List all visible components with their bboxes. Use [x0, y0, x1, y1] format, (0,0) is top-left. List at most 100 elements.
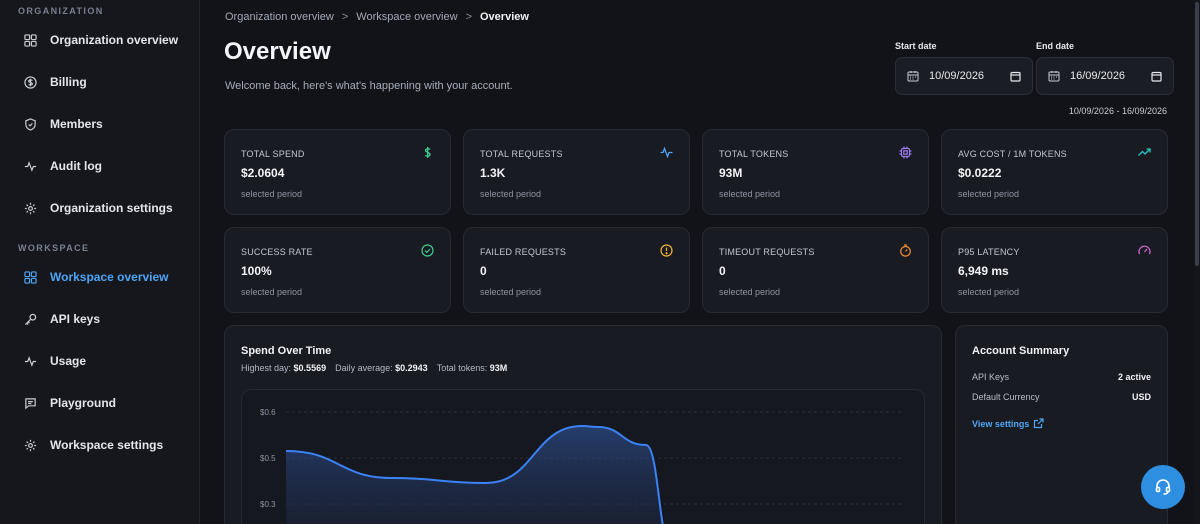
page-title: Overview — [224, 38, 331, 65]
end-date-value: 16/09/2026 — [1070, 70, 1126, 82]
key-icon — [23, 312, 37, 326]
breadcrumb: Organization overview > Workspace overvi… — [225, 10, 529, 24]
shield-icon — [23, 117, 37, 131]
spend-chart-svg: $0.6 $0.5 $0.3 — [260, 408, 904, 524]
calendar-icon — [907, 71, 919, 82]
sidebar-item-billing[interactable]: Billing — [10, 66, 190, 98]
card-label: TOTAL REQUESTS — [480, 149, 563, 159]
sidebar-item-audit-log[interactable]: Audit log — [10, 150, 190, 182]
breadcrumb-separator: > — [465, 11, 472, 23]
sidebar-item-playground[interactable]: Playground — [10, 387, 190, 419]
spend-stats: Highest day: $0.5569 Daily average: $0.2… — [241, 363, 507, 373]
dollar-icon — [424, 147, 431, 158]
gauge-icon — [1138, 245, 1151, 255]
summary-value: 2 active — [1117, 372, 1151, 382]
card-failed-requests: FAILED REQUESTS 0 selected period — [463, 227, 690, 313]
view-settings-link[interactable]: View settings — [972, 418, 1044, 429]
scrollbar-thumb[interactable] — [1195, 2, 1199, 266]
account-summary-panel: Account Summary API Keys 2 active Defaul… — [955, 325, 1168, 524]
org-section-label: ORGANIZATION — [18, 6, 104, 16]
card-sub: selected period — [719, 189, 781, 199]
sidebar-item-label: Workspace settings — [50, 438, 164, 452]
sidebar-item-label: Usage — [50, 354, 87, 368]
sidebar-item-label: API keys — [50, 312, 101, 326]
breadcrumb-current: Overview — [480, 11, 529, 23]
card-label: TOTAL SPEND — [241, 149, 305, 159]
card-sub: selected period — [480, 287, 542, 297]
y-tick-label: $0.6 — [260, 408, 276, 417]
card-sub: selected period — [241, 287, 303, 297]
panel-title: Spend Over Time — [241, 345, 332, 357]
activity-icon — [660, 146, 673, 159]
summary-row-currency: Default Currency USD — [972, 392, 1151, 402]
card-total-spend: TOTAL SPEND $2.0604 selected period — [224, 129, 451, 215]
sidebar-item-members[interactable]: Members — [10, 108, 190, 140]
sidebar-item-label: Audit log — [50, 159, 102, 173]
card-value: $0.0222 — [958, 166, 1002, 180]
gear-icon — [23, 438, 37, 452]
grid-icon — [23, 33, 37, 47]
card-value: 1.3K — [480, 166, 506, 180]
alert-circle-icon — [660, 244, 673, 257]
card-success-rate: SUCCESS RATE 100% selected period — [224, 227, 451, 313]
gear-icon — [23, 201, 37, 215]
cpu-icon — [899, 146, 912, 159]
spend-chart: $0.6 $0.5 $0.3 — [241, 389, 925, 524]
card-avg-cost: AVG COST / 1M TOKENS $0.0222 selected pe… — [941, 129, 1168, 215]
sidebar-item-label: Billing — [50, 75, 87, 89]
summary-label: Default Currency — [972, 392, 1040, 402]
sidebar-item-usage[interactable]: Usage — [10, 345, 190, 377]
calendar-picker-icon[interactable] — [1010, 71, 1021, 82]
external-link-icon — [1034, 418, 1044, 429]
card-sub: selected period — [958, 189, 1020, 199]
card-label: AVG COST / 1M TOKENS — [958, 149, 1067, 159]
card-sub: selected period — [480, 189, 542, 199]
scrollbar[interactable] — [1194, 0, 1200, 524]
end-date-label: End date — [1036, 41, 1075, 51]
start-date-input[interactable]: 10/09/2026 — [895, 57, 1033, 95]
sidebar-item-workspace-overview[interactable]: Workspace overview — [10, 261, 190, 293]
summary-value: USD — [1131, 392, 1151, 402]
breadcrumb-workspace-overview[interactable]: Workspace overview — [356, 11, 457, 23]
ws-section-label: WORKSPACE — [18, 243, 90, 253]
sidebar-item-api-keys[interactable]: API keys — [10, 303, 190, 335]
card-value: 93M — [719, 166, 743, 180]
total-tokens-stat: Total tokens: 93M — [436, 363, 508, 373]
spend-over-time-panel: Spend Over Time Highest day: $0.5569 Dai… — [224, 325, 942, 524]
sidebar-item-label: Workspace overview — [50, 270, 169, 284]
calendar-icon — [1048, 71, 1060, 82]
card-label: TIMEOUT REQUESTS — [719, 247, 815, 257]
breadcrumb-organization-overview[interactable]: Organization overview — [225, 11, 334, 23]
sidebar-item-organization-settings[interactable]: Organization settings — [10, 192, 190, 224]
start-date-label: Start date — [895, 41, 937, 51]
summary-row-api-keys: API Keys 2 active — [972, 372, 1151, 382]
view-settings-label: View settings — [972, 418, 1030, 429]
sidebar-item-label: Organization overview — [50, 33, 179, 47]
daily-average-stat: Daily average: $0.2943 — [335, 363, 428, 373]
y-tick-label: $0.5 — [260, 454, 276, 463]
calendar-picker-icon[interactable] — [1151, 71, 1162, 82]
sidebar-item-workspace-settings[interactable]: Workspace settings — [10, 429, 190, 461]
support-button[interactable] — [1141, 465, 1185, 509]
activity-icon — [23, 354, 37, 368]
date-range-text: 10/09/2026 - 16/09/2026 — [1068, 106, 1167, 116]
card-value: $2.0604 — [241, 166, 285, 180]
card-value: 0 — [480, 264, 487, 278]
summary-label: API Keys — [972, 372, 1010, 382]
card-total-tokens: TOTAL TOKENS 93M selected period — [702, 129, 929, 215]
card-sub: selected period — [241, 189, 303, 199]
card-label: P95 LATENCY — [958, 247, 1020, 257]
headset-icon — [1155, 479, 1171, 495]
card-label: FAILED REQUESTS — [480, 247, 567, 257]
sidebar-item-organization-overview[interactable]: Organization overview — [10, 24, 190, 56]
panel-title: Account Summary — [972, 345, 1070, 357]
grid-icon — [23, 270, 37, 284]
highest-day-stat: Highest day: $0.5569 — [241, 363, 327, 373]
check-circle-icon — [421, 244, 434, 257]
card-value: 0 — [719, 264, 726, 278]
trending-up-icon — [1138, 148, 1151, 156]
card-label: SUCCESS RATE — [241, 247, 313, 257]
card-total-requests: TOTAL REQUESTS 1.3K selected period — [463, 129, 690, 215]
spend-area — [286, 426, 663, 524]
end-date-input[interactable]: 16/09/2026 — [1036, 57, 1174, 95]
